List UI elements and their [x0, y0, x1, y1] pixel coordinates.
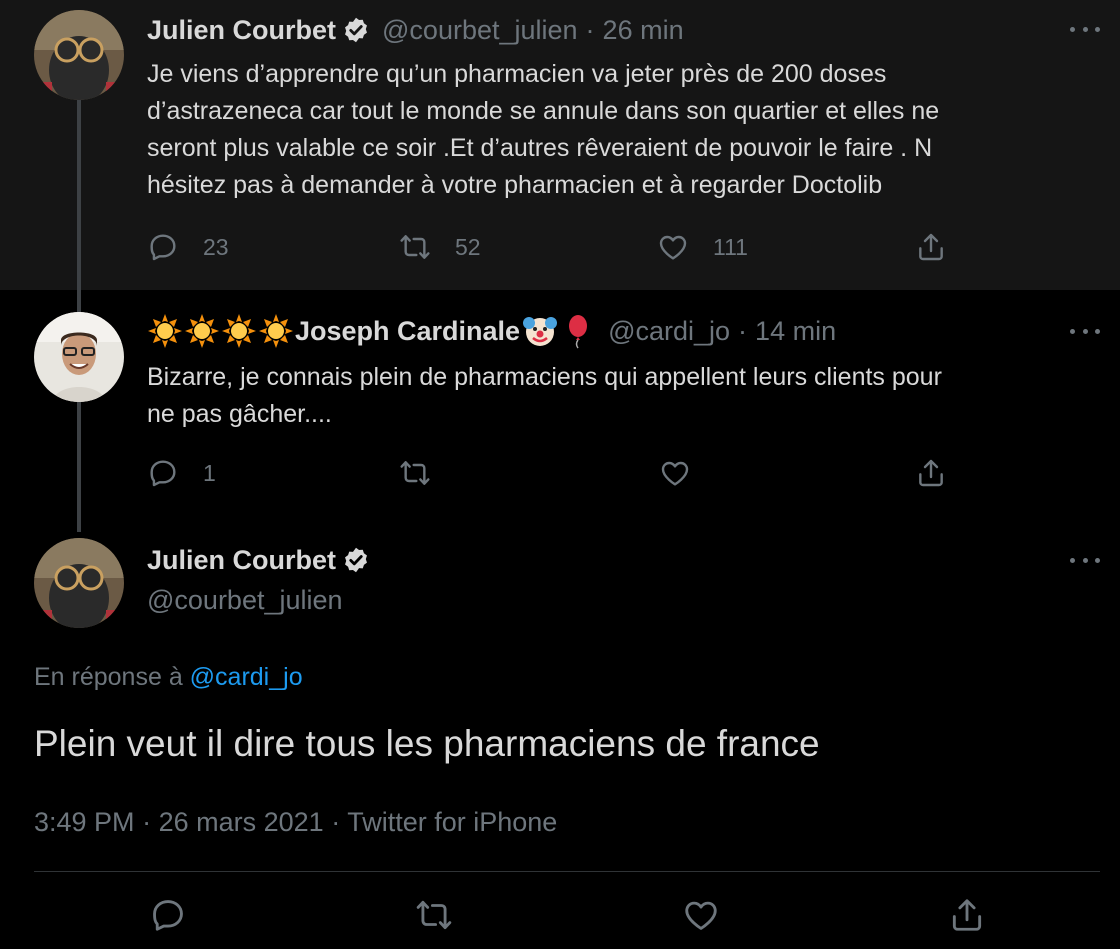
separator-dot: ·: [738, 315, 748, 346]
reply-button[interactable]: [149, 897, 187, 933]
tweet-header: Julien Courbet: [147, 542, 370, 578]
tweet-text: Je viens d’apprendre qu’un pharmacien va…: [147, 56, 1080, 204]
display-name[interactable]: Julien Courbet: [147, 545, 336, 576]
like-button[interactable]: 111: [657, 229, 748, 265]
main-tweet-actions: [34, 897, 1100, 937]
tweet-text-line: Bizarre, je connais plein de pharmaciens…: [147, 363, 942, 391]
tweet-text: Bizarre, je connais plein de pharmaciens…: [147, 359, 1080, 433]
tweet-timestamp: 3:49 PM · 26 mars 2021 · Twitter for iPh…: [34, 807, 557, 838]
avatar[interactable]: [34, 10, 124, 100]
tweet-date[interactable]: 26 mars 2021: [159, 807, 324, 837]
share-icon: [915, 231, 947, 263]
reply-context: En réponse à @cardi_jo: [34, 663, 303, 692]
retweet-icon: [415, 896, 453, 934]
share-button[interactable]: [915, 455, 947, 491]
balloon-emoji: [560, 313, 596, 349]
handle[interactable]: @courbet_julien: [147, 585, 343, 616]
like-icon: [657, 231, 689, 263]
verified-icon: [342, 546, 370, 574]
sun-emoji: [221, 313, 257, 349]
display-name[interactable]: Joseph Cardinale: [295, 316, 520, 347]
tweet-text-line: seront plus valable ce soir .Et d’autres…: [147, 134, 933, 162]
display-name[interactable]: Julien Courbet: [147, 15, 336, 46]
tweet-actions: 1: [147, 455, 947, 491]
retweet-button[interactable]: [399, 455, 431, 491]
reply-prefix: En réponse à: [34, 663, 190, 691]
like-icon: [659, 457, 691, 489]
reply-icon: [147, 457, 179, 489]
verified-icon: [342, 16, 370, 44]
like-icon: [682, 896, 720, 934]
more-icon[interactable]: [1070, 24, 1100, 34]
tweet-time[interactable]: 14 min: [755, 316, 836, 347]
reply-count: 1: [203, 459, 216, 486]
avatar[interactable]: [34, 538, 124, 628]
separator-dot: ·: [585, 14, 595, 45]
tweet-time[interactable]: 3:49 PM: [34, 807, 135, 837]
main-tweet: Julien Courbet @courbet_julien En répons…: [0, 530, 1120, 949]
separator-dot: ·: [331, 807, 341, 837]
reply-icon: [149, 896, 187, 934]
reply-mention-link[interactable]: @cardi_jo: [190, 663, 303, 691]
more-icon[interactable]: [1070, 555, 1100, 565]
tweet-time[interactable]: 26 min: [603, 15, 684, 46]
tweet-header: Julien Courbet @courbet_julien · 26 min: [147, 12, 684, 48]
handle-row: @courbet_julien: [147, 582, 343, 618]
reply-icon: [147, 231, 179, 263]
share-button[interactable]: [915, 229, 947, 265]
like-count: 111: [713, 233, 748, 260]
clown-emoji: [522, 313, 558, 349]
tweet-header: Joseph Cardinale @cardi_jo · 14 min: [147, 312, 836, 350]
sun-emoji: [184, 313, 220, 349]
divider: [34, 871, 1100, 872]
retweet-button[interactable]: [415, 897, 453, 933]
reply-button[interactable]: 1: [147, 455, 216, 491]
reply-button[interactable]: 23: [147, 229, 229, 265]
tweet-text-line: ne pas gâcher....: [147, 400, 332, 428]
more-icon[interactable]: [1070, 326, 1100, 336]
thread-line: [77, 100, 81, 312]
thread-line: [77, 402, 81, 532]
avatar[interactable]: [34, 312, 124, 402]
retweet-count: 52: [455, 233, 481, 260]
handle[interactable]: @courbet_julien: [382, 15, 578, 46]
main-tweet-text: Plein veut il dire tous les pharmaciens …: [34, 723, 820, 764]
sun-emoji: [147, 313, 183, 349]
like-button[interactable]: [682, 897, 720, 933]
tweet-actions: 23 52 111: [147, 229, 947, 265]
reply-count: 23: [203, 233, 229, 260]
handle[interactable]: @cardi_jo: [608, 316, 730, 347]
tweet-text-line: Je viens d’apprendre qu’un pharmacien va…: [147, 60, 887, 88]
retweet-button[interactable]: 52: [399, 229, 481, 265]
tweet-text-line: hésitez pas à demander à votre pharmacie…: [147, 171, 883, 199]
retweet-icon: [399, 457, 431, 489]
separator-dot: ·: [142, 807, 152, 837]
share-icon: [948, 896, 986, 934]
tweet-source[interactable]: Twitter for iPhone: [347, 807, 557, 837]
tweet-julien-courbet[interactable]: Julien Courbet @courbet_julien · 26 min …: [0, 0, 1120, 290]
tweet-joseph-cardinale[interactable]: Joseph Cardinale @cardi_jo · 14 min Biza…: [0, 290, 1120, 530]
sun-emoji: [258, 313, 294, 349]
share-button[interactable]: [948, 897, 986, 933]
tweet-text-line: d’astrazeneca car tout le monde se annul…: [147, 97, 940, 125]
share-icon: [915, 457, 947, 489]
retweet-icon: [399, 231, 431, 263]
like-button[interactable]: [659, 455, 691, 491]
